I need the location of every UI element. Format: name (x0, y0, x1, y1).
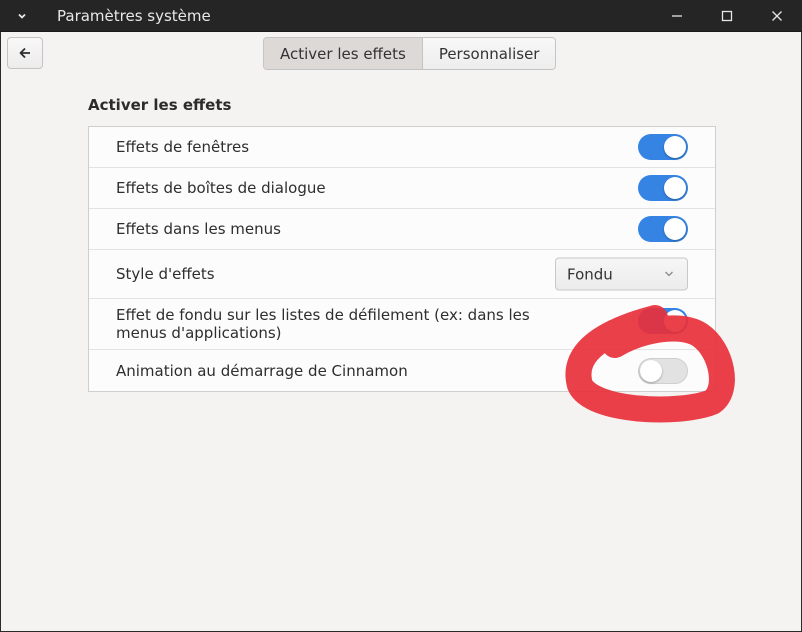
setting-row-dialog-effects: Effets de boîtes de dialogue (89, 168, 715, 209)
chevron-down-icon (18, 13, 26, 19)
chevron-down-icon (665, 271, 673, 277)
startup-animation-switch[interactable] (638, 357, 688, 384)
switch-knob (664, 310, 686, 332)
scroll-fade-switch[interactable] (638, 308, 688, 334)
window-effects-switch[interactable] (638, 134, 688, 160)
setting-row-window-effects: Effets de fenêtres (89, 127, 715, 168)
setting-label: Effets de fenêtres (116, 138, 250, 156)
setting-label: Effets dans les menus (116, 220, 281, 238)
minimize-button[interactable] (652, 0, 702, 32)
maximize-icon (721, 10, 733, 21)
settings-window: Activer les effets Personnaliser Activer… (0, 32, 802, 632)
window-menu-button[interactable] (0, 0, 44, 32)
switch-knob (664, 136, 686, 158)
setting-row-scroll-fade: Effet de fondu sur les listes de défilem… (89, 299, 715, 350)
back-button[interactable] (7, 37, 43, 69)
switch-knob (640, 359, 662, 382)
menu-effects-switch[interactable] (638, 216, 688, 242)
setting-label: Effets de boîtes de dialogue (116, 179, 326, 197)
maximize-button[interactable] (702, 0, 752, 32)
tab-personnaliser[interactable]: Personnaliser (422, 38, 556, 69)
setting-row-menu-effects: Effets dans les menus (89, 209, 715, 250)
switch-knob (664, 218, 686, 240)
tab-bar: Activer les effets Personnaliser (263, 37, 557, 70)
minimize-icon (672, 14, 682, 17)
switch-knob (664, 177, 686, 199)
setting-label: Effet de fondu sur les listes de défilem… (116, 306, 530, 342)
close-icon (772, 10, 782, 21)
section-title: Activer les effets (88, 96, 232, 114)
close-button[interactable] (752, 0, 802, 32)
effect-style-dropdown[interactable]: Fondu (555, 257, 688, 291)
arrow-left-icon (19, 47, 30, 59)
window-title: Paramètres système (57, 6, 211, 25)
setting-row-startup-animation: Animation au démarrage de Cinnamon (89, 350, 715, 391)
settings-list: Effets de fenêtres Effets de boîtes de d… (88, 126, 716, 392)
dialog-effects-switch[interactable] (638, 175, 688, 201)
title-bar: Paramètres système (0, 0, 802, 32)
setting-row-effect-style: Style d'effets Fondu (89, 250, 715, 299)
setting-label: Animation au démarrage de Cinnamon (116, 361, 408, 380)
dropdown-value: Fondu (567, 265, 613, 283)
tab-activer-les-effets[interactable]: Activer les effets (264, 38, 423, 69)
